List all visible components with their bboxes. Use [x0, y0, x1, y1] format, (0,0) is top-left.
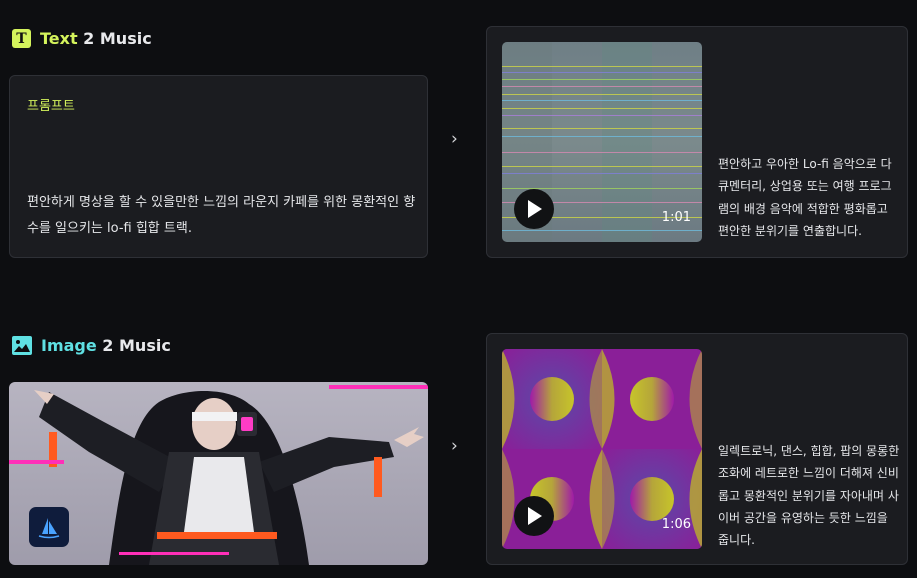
glitch-bar [329, 385, 428, 389]
track-description: 일렉트로닉, 댄스, 힙합, 팝의 몽롱한 조화에 레트로한 느낌이 더해져 신… [718, 444, 900, 548]
glitch-bar [9, 460, 64, 464]
image2music-title: Image 2 Music [12, 336, 171, 355]
text2music-title-rest: 2 Music [77, 29, 152, 48]
cyber-girl-illustration [34, 390, 424, 565]
glitch-bar [119, 552, 229, 555]
track-duration: 1:06 [661, 517, 691, 532]
track-duration: 1:01 [661, 210, 691, 225]
lofi-thumbnail: 1:01 [502, 42, 702, 242]
chevron-right-icon: › [451, 129, 458, 149]
prompt-card: 프롬프트 편안하게 명상을 할 수 있을만한 느낌의 라운지 카페를 위한 몽환… [9, 75, 428, 258]
image2music-title-rest: 2 Music [96, 336, 171, 355]
prompt-text: 편안하게 명상을 할 수 있을만한 느낌의 라운지 카페를 위한 몽환적인 향수… [27, 195, 416, 236]
image-icon [12, 336, 32, 355]
retro-thumbnail: 1:06 [502, 349, 702, 549]
play-button[interactable] [514, 496, 554, 536]
input-image [9, 382, 428, 565]
sail-logo-icon [29, 507, 69, 547]
play-button[interactable] [514, 189, 554, 229]
image2music-result-card: 1:06 일렉트로닉, 댄스, 힙합, 팝의 몽롱한 조화에 레트로한 느낌이 … [486, 333, 908, 565]
chevron-right-icon: › [451, 436, 458, 456]
play-icon [528, 507, 542, 525]
t-letter-icon: T [12, 29, 31, 48]
prompt-label: 프롬프트 [27, 99, 75, 114]
text2music-result-card: 1:01 편안하고 우아한 Lo-fi 음악으로 다큐멘터리, 상업용 또는 여… [486, 26, 908, 258]
text2music-title: T Text 2 Music [12, 29, 152, 48]
track-description: 편안하고 우아한 Lo-fi 음악으로 다큐멘터리, 상업용 또는 여행 프로그… [718, 157, 892, 238]
text2music-title-highlight: Text [40, 29, 78, 48]
image2music-title-highlight: Image [41, 336, 97, 355]
play-icon [528, 200, 542, 218]
